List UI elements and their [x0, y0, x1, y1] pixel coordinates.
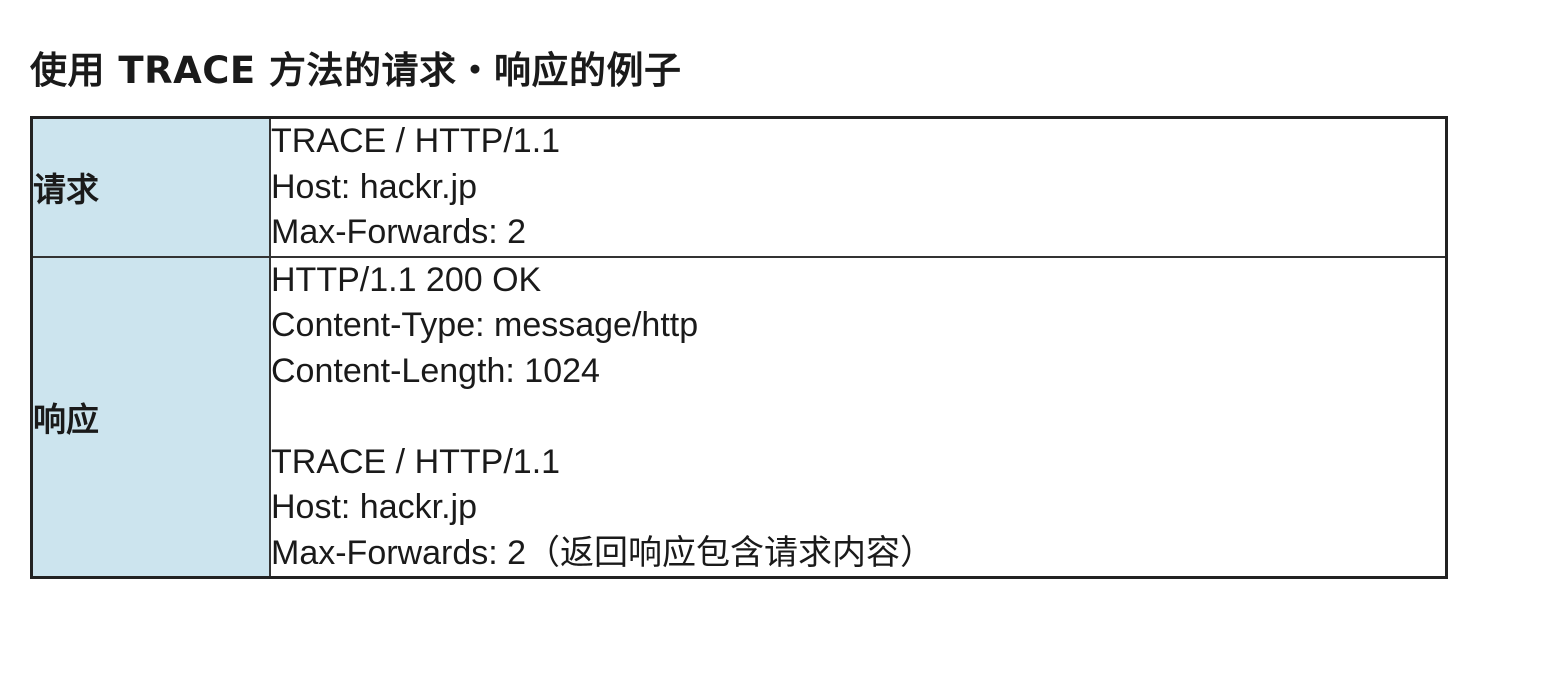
page-title: 使用 TRACE 方法的请求・响应的例子 — [30, 49, 682, 92]
response-blank-line — [271, 394, 1445, 440]
request-line: TRACE / HTTP/1.1 — [271, 122, 561, 160]
trace-example-table: 请求 TRACE / HTTP/1.1 Host: hackr.jp Max-F… — [30, 116, 1448, 579]
response-content: HTTP/1.1 200 OK Content-Type: message/ht… — [269, 255, 1448, 579]
request-content: TRACE / HTTP/1.1 Host: hackr.jp Max-Forw… — [269, 116, 1448, 258]
response-body-request-line: TRACE / HTTP/1.1 — [271, 442, 561, 481]
response-content-type-header: Content-Type: message/http — [271, 306, 699, 344]
request-max-forwards-header: Max-Forwards: 2 — [271, 213, 527, 251]
row-label-request: 请求 — [30, 116, 271, 258]
table-row-response: 响应 HTTP/1.1 200 OK Content-Type: message… — [30, 255, 1448, 579]
table-row-request: 请求 TRACE / HTTP/1.1 Host: hackr.jp Max-F… — [30, 116, 1448, 258]
response-status-line: HTTP/1.1 200 OK — [271, 260, 542, 299]
response-body-host-header: Host: hackr.jp — [271, 488, 477, 526]
row-label-response: 响应 — [30, 255, 271, 579]
response-content-length-header: Content-Length: 1024 — [271, 351, 600, 390]
response-body-max-forwards-header: Max-Forwards: 2（返回响应包含请求内容） — [271, 533, 935, 572]
request-host-header: Host: hackr.jp — [271, 167, 477, 206]
